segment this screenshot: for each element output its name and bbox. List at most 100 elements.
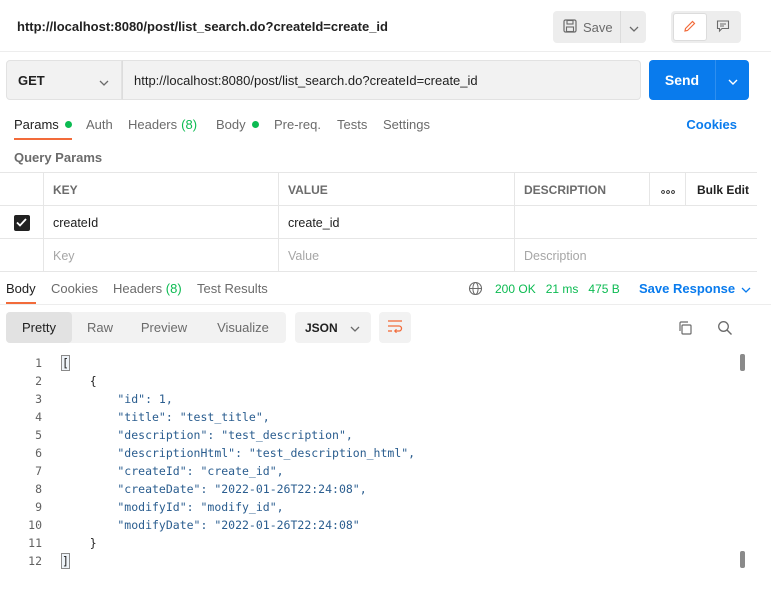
line-number: 5 (35, 428, 42, 442)
view-raw-button[interactable]: Raw (72, 312, 128, 343)
globe-icon[interactable] (468, 281, 483, 296)
line-number: 2 (35, 374, 42, 388)
wrap-lines-button[interactable] (379, 312, 411, 343)
format-select[interactable]: JSON (295, 312, 371, 343)
tab-headers-count: (8) (181, 117, 198, 132)
tab-headers[interactable]: Headers (8) (128, 117, 197, 132)
line-number: 7 (35, 464, 42, 478)
param-checkbox[interactable] (0, 206, 43, 239)
send-button[interactable]: Send (649, 60, 716, 100)
tab-tests-label: Tests (337, 117, 368, 132)
code-text: ] (61, 553, 70, 569)
response-size[interactable]: 475 B (588, 282, 619, 296)
copy-icon[interactable] (677, 320, 693, 339)
view-visualize-button[interactable]: Visualize (200, 312, 286, 343)
code-line: 10 "modifyDate": "2022-01-26T22:24:08" (0, 516, 740, 534)
response-time[interactable]: 21 ms (546, 282, 579, 296)
code-line: 6 "descriptionHtml": "test_description_h… (0, 444, 740, 462)
tab-auth[interactable]: Auth (86, 117, 113, 132)
method-select[interactable]: GET (6, 60, 122, 100)
new-key-input[interactable]: Key (43, 239, 278, 272)
request-title[interactable]: http://localhost:8080/post/list_search.d… (17, 19, 388, 34)
save-label: Save (583, 19, 613, 35)
tab-body-label: Body (216, 117, 246, 132)
code-text: "createId": "create_id", (62, 464, 284, 478)
view-preview-button[interactable]: Preview (128, 312, 200, 343)
param-value-cell[interactable]: create_id (278, 206, 514, 239)
line-number: 8 (35, 482, 42, 496)
code-text: "title": "test_title", (62, 410, 270, 424)
tab-response-cookies[interactable]: Cookies (51, 281, 98, 296)
tab-headers-label: Headers (128, 117, 178, 132)
tab-test-results[interactable]: Test Results (197, 281, 268, 296)
wrap-lines-icon (387, 319, 403, 336)
send-options-button[interactable] (716, 60, 749, 100)
param-key-cell[interactable]: createId (43, 206, 278, 239)
chevron-down-icon (350, 321, 360, 335)
code-line: 3 "id": 1, (0, 390, 740, 408)
line-number: 3 (35, 392, 42, 406)
code-text: { (62, 374, 97, 388)
params-table: KEY VALUE DESCRIPTION Bulk Edit createId… (0, 172, 757, 272)
code-line: 7 "createId": "create_id", (0, 462, 740, 480)
line-number: 9 (35, 500, 42, 514)
edit-mode-button[interactable] (673, 13, 707, 41)
code-text: "description": "test_description", (62, 428, 353, 442)
code-line: 1 [ (0, 354, 740, 372)
tab-auth-label: Auth (86, 117, 113, 132)
tab-tests[interactable]: Tests (337, 117, 367, 132)
code-line: 4 "title": "test_title", (0, 408, 740, 426)
tab-response-headers[interactable]: Headers (8) (113, 281, 182, 296)
code-line: 5 "description": "test_description", (0, 426, 740, 444)
save-options-button[interactable] (621, 11, 646, 43)
line-number: 6 (35, 446, 42, 460)
scrollbar-thumb-bottom[interactable] (740, 551, 745, 568)
save-button-group: Save (553, 11, 646, 43)
tab-response-body[interactable]: Body (6, 281, 36, 304)
view-mode-group: Pretty Raw Preview Visualize (6, 312, 286, 343)
save-button[interactable]: Save (553, 11, 621, 43)
comment-mode-button[interactable] (707, 13, 739, 41)
response-tabs: Body Cookies Headers (8) Test Results 20… (0, 279, 771, 305)
table-row-new: Key Value Description (0, 239, 757, 272)
more-options-button[interactable] (649, 173, 685, 206)
search-icon[interactable] (717, 320, 733, 339)
tab-response-headers-count: (8) (165, 281, 182, 296)
format-label: JSON (305, 320, 338, 335)
tab-settings-label: Settings (383, 117, 430, 132)
request-tabs: Params Auth Headers (8) Body Pre-req. Te… (0, 111, 771, 140)
bulk-edit-button[interactable]: Bulk Edit (685, 173, 757, 206)
tab-prereq[interactable]: Pre-req. (274, 117, 321, 132)
new-description-input[interactable]: Description (514, 239, 757, 272)
param-description-cell[interactable] (514, 206, 757, 239)
code-text: } (62, 536, 97, 550)
tab-response-headers-label: Headers (113, 281, 163, 296)
tab-settings[interactable]: Settings (383, 117, 430, 132)
send-button-group: Send (649, 60, 749, 100)
code-line: 8 "createDate": "2022-01-26T22:24:08", (0, 480, 740, 498)
cookies-link[interactable]: Cookies (686, 117, 737, 132)
code-text: "createDate": "2022-01-26T22:24:08", (62, 482, 367, 496)
line-number: 1 (35, 356, 42, 370)
save-response-label: Save Response (639, 281, 736, 296)
status-code[interactable]: 200 OK (495, 282, 536, 296)
save-icon (563, 18, 577, 36)
empty-check-cell (0, 239, 43, 272)
tab-prereq-label: Pre-req. (274, 117, 321, 132)
tab-params[interactable]: Params (14, 117, 72, 140)
comment-icon (716, 19, 730, 36)
line-number: 10 (28, 518, 42, 532)
line-number: 11 (28, 536, 42, 550)
top-bar: http://localhost:8080/post/list_search.d… (0, 0, 771, 52)
status-dot-icon (251, 121, 259, 128)
save-response-button[interactable]: Save Response (639, 281, 751, 296)
url-input[interactable]: http://localhost:8080/post/list_search.d… (122, 60, 641, 100)
view-pretty-button[interactable]: Pretty (6, 312, 72, 343)
new-value-input[interactable]: Value (278, 239, 514, 272)
response-status: 200 OK 21 ms 475 B (468, 281, 630, 296)
table-row: createId create_id (0, 206, 757, 239)
code-line: 2 { (0, 372, 740, 390)
response-body-code[interactable]: 1 [ 2 { 3 "id": 1, 4 "title": "test_titl… (0, 354, 750, 584)
scrollbar-thumb-top[interactable] (740, 354, 745, 371)
tab-body[interactable]: Body (216, 117, 259, 132)
